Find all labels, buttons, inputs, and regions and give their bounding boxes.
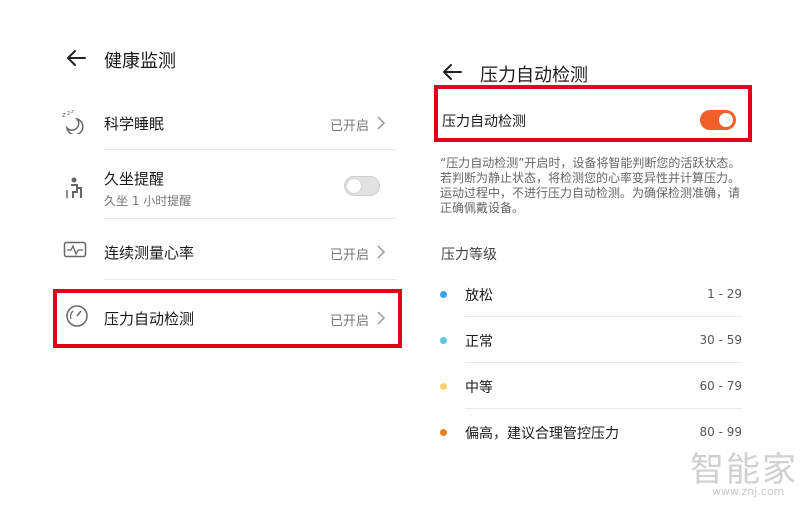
level-dot: [440, 383, 447, 390]
sedentary-toggle[interactable]: [344, 176, 380, 196]
chevron-right-icon: [377, 116, 386, 130]
watermark-logo: 智能家: [690, 450, 798, 490]
level-range: 30 - 59: [699, 333, 743, 347]
level-row: 正常 30 - 59: [440, 326, 742, 356]
divider: [104, 149, 396, 150]
settings-item-sleep[interactable]: z z z 科学睡眠 已开启: [58, 100, 396, 148]
divider: [104, 279, 396, 280]
page-title-right: 压力自动检测: [480, 65, 588, 86]
svg-text:z: z: [62, 111, 66, 119]
level-range: 80 - 99: [699, 425, 743, 439]
back-arrow-icon[interactable]: [440, 60, 464, 84]
level-dot: [440, 291, 447, 298]
heart-rate-icon: [63, 241, 87, 258]
highlight-box: [434, 85, 752, 142]
level-dot: [440, 337, 447, 344]
level-range: 60 - 79: [699, 379, 743, 393]
level-label: 放松: [465, 288, 493, 304]
sleep-icon: z z z: [62, 109, 84, 134]
page-title-left: 健康监测: [104, 51, 176, 72]
settings-item-sedentary[interactable]: 久坐提醒 久坐 1 小时提醒: [58, 160, 396, 216]
settings-item-value: 已开启: [330, 248, 370, 263]
level-dot: [440, 429, 447, 436]
divider: [465, 408, 742, 409]
levels-section-title: 压力等级: [441, 247, 497, 263]
svg-text:z: z: [67, 110, 70, 117]
settings-item-label: 久坐提醒: [104, 170, 165, 188]
settings-item-subtitle: 久坐 1 小时提醒: [104, 194, 192, 208]
stress-description: “压力自动检测”开启时，设备将智能判断您的活跃状态。若判断为静止状态，将检测您的…: [440, 156, 741, 215]
watermark-url: www.znj.com: [712, 485, 785, 498]
divider: [104, 218, 396, 219]
settings-item-value: 已开启: [330, 119, 370, 134]
level-label: 偏高，建议合理管控压力: [465, 426, 619, 442]
settings-item-heart-rate[interactable]: 连续测量心率 已开启: [58, 228, 396, 276]
level-range: 1 - 29: [707, 287, 742, 301]
settings-item-label: 科学睡眠: [104, 115, 165, 133]
svg-text:z: z: [71, 109, 74, 115]
highlight-box: [53, 289, 402, 348]
toggle-knob: [347, 179, 361, 193]
level-label: 中等: [465, 380, 493, 396]
back-arrow-icon[interactable]: [64, 46, 88, 70]
settings-item-label: 连续测量心率: [104, 244, 195, 262]
level-row: 放松 1 - 29: [440, 280, 742, 310]
divider: [465, 362, 742, 363]
divider: [465, 316, 742, 317]
chevron-right-icon: [377, 245, 386, 259]
level-label: 正常: [465, 334, 493, 350]
level-row: 中等 60 - 79: [440, 372, 742, 402]
sedentary-icon: [66, 177, 82, 198]
